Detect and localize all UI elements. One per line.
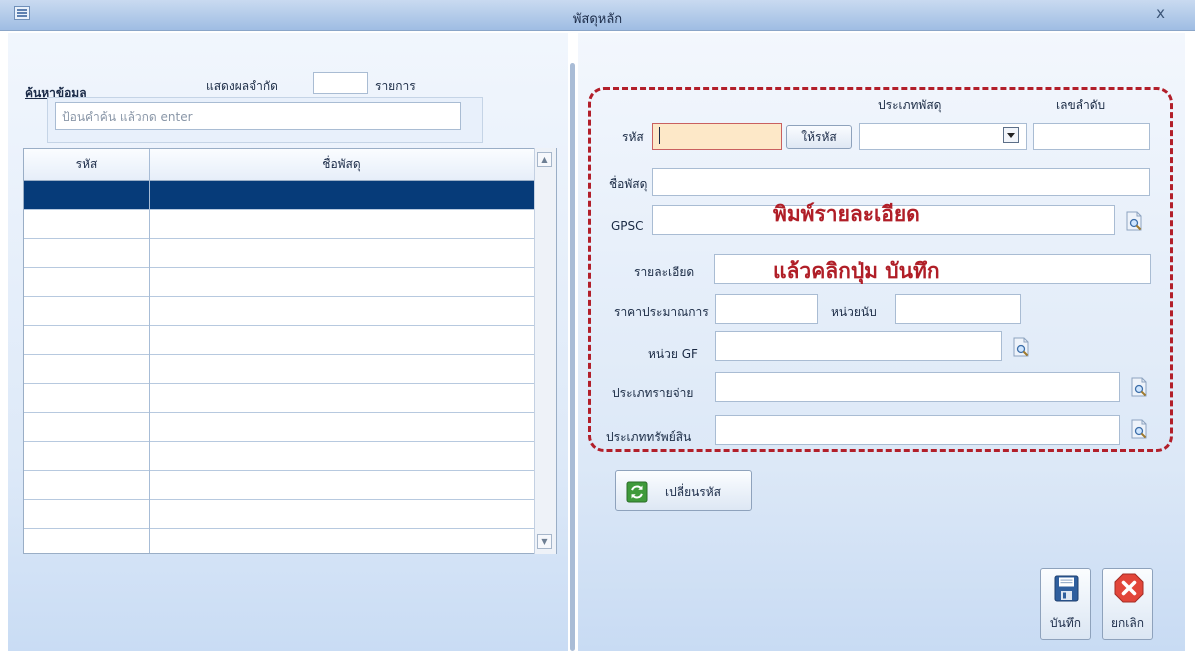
gpsc-label: GPSC	[611, 219, 644, 233]
magnifier-lookup-icon[interactable]	[1011, 337, 1033, 359]
material-grid: รหัส ชื่อพัสดุ	[23, 148, 557, 554]
limit-unit-label: รายการ	[375, 79, 416, 93]
grid-scrollbar[interactable]: ▲ ▼	[534, 148, 557, 554]
save-button[interactable]: บันทึก	[1040, 568, 1091, 640]
asset-type-input[interactable]	[715, 415, 1120, 445]
table-row[interactable]	[24, 471, 534, 500]
table-row[interactable]	[24, 268, 534, 297]
refresh-icon	[626, 481, 648, 503]
magnifier-lookup-icon[interactable]	[1129, 419, 1151, 441]
window-title: พัสดุหลัก	[572, 12, 623, 27]
price-label: ราคาประมาณการ	[614, 305, 709, 319]
magnifier-lookup-icon[interactable]	[1124, 211, 1146, 233]
table-row[interactable]	[24, 326, 534, 355]
detail-label: รายละเอียด	[634, 265, 695, 279]
code-input[interactable]	[652, 123, 782, 150]
table-row[interactable]	[24, 239, 534, 268]
asset-type-label: ประเภททรัพย์สิน	[606, 430, 692, 444]
change-code-label: เปลี่ยนรหัส	[665, 485, 721, 499]
price-input[interactable]	[715, 294, 818, 324]
name-input[interactable]	[652, 168, 1150, 196]
expense-type-input[interactable]	[715, 372, 1120, 402]
gen-code-button[interactable]: ให้รหัส	[786, 125, 852, 149]
scroll-up-icon[interactable]: ▲	[537, 152, 552, 167]
red-x-icon	[1114, 573, 1144, 603]
table-row[interactable]	[24, 297, 534, 326]
table-row[interactable]	[24, 384, 534, 413]
limit-input[interactable]	[313, 72, 368, 94]
scrollbar-track[interactable]	[534, 148, 556, 554]
unit-input[interactable]	[895, 294, 1021, 324]
table-row[interactable]	[24, 529, 534, 553]
unit-label: หน่วยนับ	[831, 305, 877, 319]
column-header-name[interactable]: ชื่อพัสดุ	[149, 149, 534, 181]
change-code-button[interactable]: เปลี่ยนรหัส	[615, 470, 752, 511]
table-row[interactable]	[24, 355, 534, 384]
scroll-down-icon[interactable]: ▼	[537, 534, 552, 549]
annotation-line-2: แล้วคลิกปุ่ม บันทึก	[773, 259, 940, 283]
code-label: รหัส	[622, 130, 644, 144]
title-bar: พัสดุหลัก x	[0, 0, 1195, 31]
material-type-select[interactable]	[859, 123, 1027, 150]
magnifier-lookup-icon[interactable]	[1129, 377, 1151, 399]
seq-input[interactable]	[1033, 123, 1150, 150]
table-row[interactable]	[24, 181, 534, 210]
type-header: ประเภทพัสดุ	[878, 98, 942, 112]
name-label: ชื่อพัสดุ	[609, 177, 648, 191]
gf-unit-label: หน่วย GF	[648, 347, 698, 361]
text-caret	[659, 127, 660, 144]
pane-splitter[interactable]	[570, 63, 575, 651]
gf-unit-input[interactable]	[715, 331, 1002, 361]
column-header-code[interactable]: รหัส	[24, 149, 149, 181]
cancel-button[interactable]: ยกเลิก	[1102, 568, 1153, 640]
table-row[interactable]	[24, 442, 534, 471]
save-label: บันทึก	[1050, 616, 1081, 630]
table-row[interactable]	[24, 210, 534, 239]
annotation-line-1: พิมพ์รายละเอียด	[773, 202, 920, 226]
column-separator	[149, 149, 150, 553]
floppy-disk-icon	[1054, 575, 1079, 602]
close-icon[interactable]: x	[1156, 4, 1165, 22]
chevron-down-icon[interactable]	[1003, 127, 1019, 143]
table-row[interactable]	[24, 413, 534, 442]
expense-type-label: ประเภทรายจ่าย	[612, 386, 694, 400]
limit-label: แสดงผลจำกัด	[206, 79, 278, 93]
table-row[interactable]	[24, 500, 534, 529]
seq-header: เลขลำดับ	[1056, 98, 1106, 112]
search-placeholder: ป้อนคำค้น แล้วกด enter	[62, 110, 193, 124]
cancel-label: ยกเลิก	[1110, 616, 1145, 630]
